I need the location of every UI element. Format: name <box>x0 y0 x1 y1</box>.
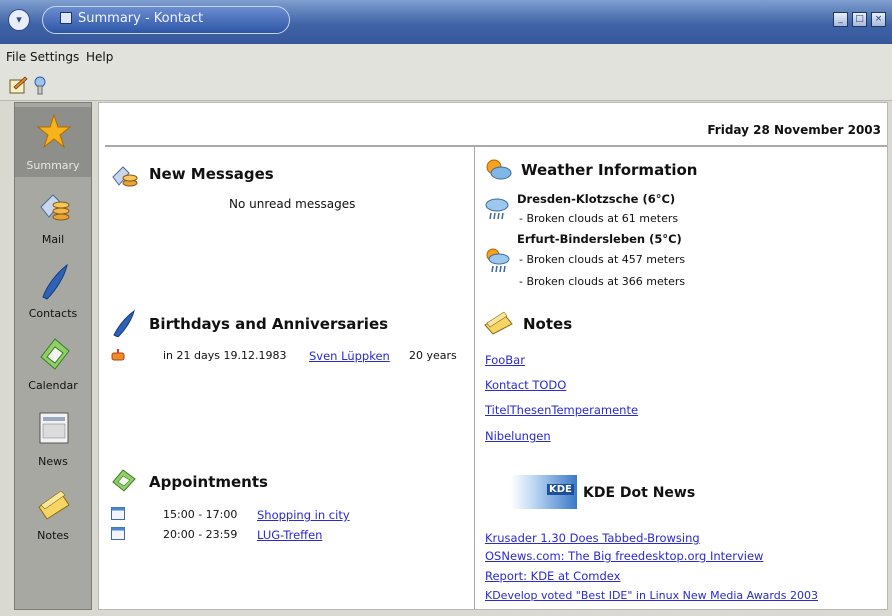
weather-title: Weather Information <box>521 161 698 179</box>
column-divider <box>474 147 475 609</box>
news-icon <box>39 412 69 444</box>
weather-station-detail: - Broken clouds at 61 meters <box>519 212 679 225</box>
sidebar-item-news[interactable]: News <box>15 403 91 473</box>
appointment-icon <box>111 527 125 540</box>
maximize-button[interactable]: □ <box>852 12 867 27</box>
new-note-icon[interactable] <box>8 75 28 95</box>
sidebar: Summary Mail Contacts Calendar News Note… <box>14 102 92 610</box>
title-bar: ▾ Summary - Kontact _ □ × <box>0 0 892 44</box>
window-menu-button[interactable]: ▾ <box>8 9 30 31</box>
sidebar-item-label: Contacts <box>28 307 78 320</box>
note-link[interactable]: TitelThesenTemperamente <box>485 403 638 417</box>
toolbar <box>0 72 892 101</box>
note-link[interactable]: FooBar <box>485 353 525 367</box>
sidebar-item-notes[interactable]: Notes <box>15 477 91 547</box>
appointment-link[interactable]: Shopping in city <box>257 508 350 522</box>
summary-panel: Friday 28 November 2003 New Messages No … <box>98 102 888 610</box>
menu-help[interactable]: Help <box>86 50 113 64</box>
news-title: KDE Dot News <box>583 485 696 501</box>
menu-settings[interactable]: Settings <box>30 50 79 64</box>
sidebar-item-label: Mail <box>41 233 65 246</box>
calendar-icon <box>40 338 70 370</box>
messages-status: No unread messages <box>229 197 356 211</box>
weather-station-name: Dresden-Klotzsche (6°C) <box>517 192 676 206</box>
birthday-contact-link[interactable]: Sven Lüppken <box>309 349 390 363</box>
news-link[interactable]: Report: KDE at Comdex <box>485 569 620 583</box>
notes-icon <box>38 490 70 520</box>
appointment-time: 20:00 - 23:59 <box>163 528 238 541</box>
note-link[interactable]: Kontact TODO <box>485 378 566 392</box>
kontact-app-icon <box>60 12 72 24</box>
close-button[interactable]: × <box>871 12 886 27</box>
weather-station-detail: - Broken clouds at 457 meters <box>519 253 686 266</box>
rain-cloud-icon <box>485 198 509 220</box>
sidebar-item-label: News <box>38 455 68 468</box>
contacts-icon <box>113 309 135 337</box>
minimize-button[interactable]: _ <box>833 12 848 27</box>
kde-logo-text: KDE <box>547 484 574 495</box>
birthdays-title: Birthdays and Anniversaries <box>149 315 389 333</box>
appointment-time: 15:00 - 17:00 <box>163 508 238 521</box>
appointments-title: Appointments <box>149 473 268 491</box>
news-link[interactable]: KDevelop voted "Best IDE" in Linux New M… <box>485 589 818 602</box>
sync-icon[interactable] <box>30 75 50 95</box>
sidebar-item-label: Summary <box>26 159 80 172</box>
calendar-icon <box>112 469 136 492</box>
sidebar-item-calendar[interactable]: Calendar <box>15 327 91 397</box>
star-icon <box>37 113 71 149</box>
notes-icon <box>484 311 513 335</box>
menu-bar: File Settings Help <box>0 44 892 72</box>
kde-logo: KDE <box>511 475 577 509</box>
appointment-link[interactable]: LUG-Treffen <box>257 528 322 542</box>
note-link[interactable]: Nibelungen <box>485 429 551 443</box>
cake-icon <box>111 349 125 361</box>
news-link[interactable]: OSNews.com: The Big freedesktop.org Inte… <box>485 549 763 563</box>
appointment-icon <box>111 507 125 520</box>
weather-station-name: Erfurt-Bindersleben (5°C) <box>517 232 682 246</box>
header-divider <box>105 145 887 147</box>
summary-date: Friday 28 November 2003 <box>707 123 881 137</box>
messages-title: New Messages <box>149 165 274 183</box>
contacts-icon <box>42 263 68 300</box>
sidebar-item-summary[interactable]: Summary <box>15 107 91 177</box>
notes-title: Notes <box>523 315 573 333</box>
sidebar-item-label: Notes <box>37 529 69 542</box>
sun-rain-icon <box>486 248 510 273</box>
sidebar-item-mail[interactable]: Mail <box>15 181 91 251</box>
mail-icon <box>40 194 70 221</box>
window-title: Summary - Kontact <box>78 11 204 26</box>
mail-icon <box>112 166 138 187</box>
birthday-entry-age: 20 years <box>409 349 457 362</box>
weather-icon <box>486 159 512 180</box>
sidebar-item-label: Calendar <box>28 379 78 392</box>
news-link[interactable]: Krusader 1.30 Does Tabbed-Browsing <box>485 531 700 545</box>
window-controls: _ □ × <box>833 12 886 27</box>
sidebar-item-contacts[interactable]: Contacts <box>15 255 91 325</box>
birthday-entry-date: in 21 days 19.12.1983 <box>163 349 287 362</box>
weather-station-detail: - Broken clouds at 366 meters <box>519 275 686 288</box>
menu-file[interactable]: File <box>6 50 26 64</box>
